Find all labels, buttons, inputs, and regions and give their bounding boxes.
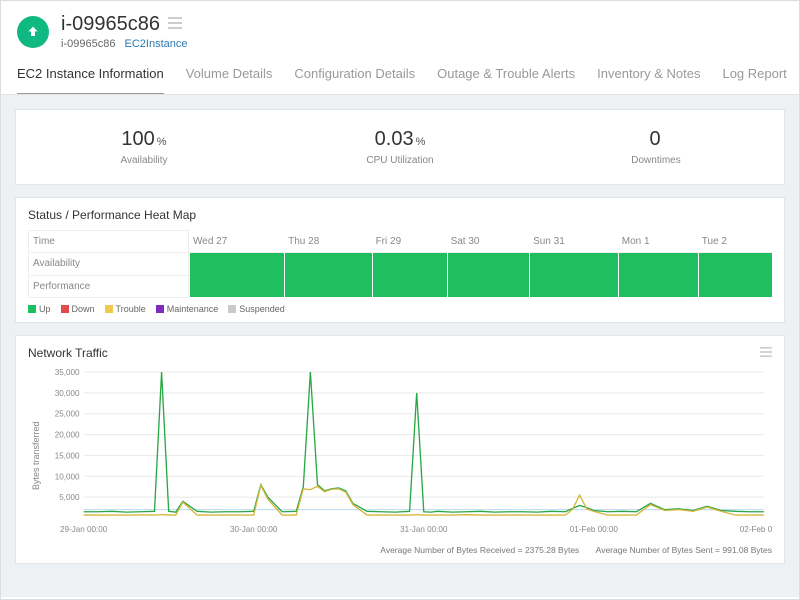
svg-text:30,000: 30,000 bbox=[55, 388, 80, 397]
panel-menu-icon[interactable] bbox=[760, 346, 772, 360]
tab-inventory-notes[interactable]: Inventory & Notes bbox=[597, 56, 700, 94]
network-chart: 5,000 10,000 15,000 20,000 25,000 30,000 35,00… bbox=[41, 368, 772, 538]
breadcrumb-name: i-09965c86 bbox=[61, 38, 115, 50]
tab-configuration-details[interactable]: Configuration Details bbox=[294, 56, 415, 94]
breadcrumb: i-09965c86 EC2Instance bbox=[61, 38, 783, 50]
network-panel: Network Traffic Bytes transferred 5,000 1… bbox=[15, 335, 785, 564]
chart-ylabel: Bytes transferred bbox=[28, 368, 41, 543]
legend-item: Up bbox=[28, 304, 51, 314]
downtimes-value: 0 bbox=[649, 128, 660, 150]
heatmap-table: TimeWed 27Thu 28Fri 29Sat 30Sun 31Mon 1T… bbox=[28, 230, 772, 298]
availability-label: Availability bbox=[16, 155, 272, 166]
svg-text:10,000: 10,000 bbox=[55, 472, 80, 481]
cpu-value: 0.03 bbox=[375, 128, 414, 150]
tab-ec2-instance-information[interactable]: EC2 Instance Information bbox=[17, 56, 164, 95]
tab-outage-trouble-alerts[interactable]: Outage & Trouble Alerts bbox=[437, 56, 575, 94]
svg-text:30-Jan 00:00: 30-Jan 00:00 bbox=[230, 525, 278, 534]
tab-volume-details[interactable]: Volume Details bbox=[186, 56, 273, 94]
svg-text:15,000: 15,000 bbox=[55, 451, 80, 460]
legend-item: Maintenance bbox=[156, 304, 219, 314]
svg-text:5,000: 5,000 bbox=[59, 493, 80, 502]
chart-averages: Average Number of Bytes Received = 2375.… bbox=[28, 545, 772, 555]
svg-text:29-Jan 00:00: 29-Jan 00:00 bbox=[60, 525, 108, 534]
svg-text:02-Feb 00:00: 02-Feb 00:00 bbox=[740, 525, 772, 534]
svg-text:31-Jan 00:00: 31-Jan 00:00 bbox=[400, 525, 448, 534]
tabs: EC2 Instance Information Volume Details Co… bbox=[1, 56, 799, 95]
heatmap-legend: Up Down Trouble Maintenance Suspended bbox=[28, 304, 772, 314]
heatmap-panel: Status / Performance Heat Map TimeWed 27… bbox=[15, 197, 785, 323]
heatmap-title: Status / Performance Heat Map bbox=[28, 208, 772, 222]
menu-icon[interactable] bbox=[168, 16, 182, 34]
legend-item: Trouble bbox=[105, 304, 146, 314]
cpu-label: CPU Utilization bbox=[272, 155, 528, 166]
legend-item: Down bbox=[61, 304, 95, 314]
breadcrumb-type-link[interactable]: EC2Instance bbox=[125, 38, 188, 50]
stats-card: 100% Availability 0.03% CPU Utilization … bbox=[15, 109, 785, 185]
availability-value: 100 bbox=[121, 128, 154, 150]
page-title: i-09965c86 bbox=[61, 13, 160, 36]
status-up-icon bbox=[17, 16, 49, 48]
network-title: Network Traffic bbox=[28, 346, 108, 360]
svg-text:01-Feb 00:00: 01-Feb 00:00 bbox=[570, 525, 619, 534]
tab-log-report[interactable]: Log Report bbox=[722, 56, 786, 94]
svg-text:25,000: 25,000 bbox=[55, 409, 80, 418]
svg-text:20,000: 20,000 bbox=[55, 430, 80, 439]
downtimes-label: Downtimes bbox=[528, 155, 784, 166]
legend-item: Suspended bbox=[228, 304, 285, 314]
svg-text:35,000: 35,000 bbox=[55, 368, 80, 377]
